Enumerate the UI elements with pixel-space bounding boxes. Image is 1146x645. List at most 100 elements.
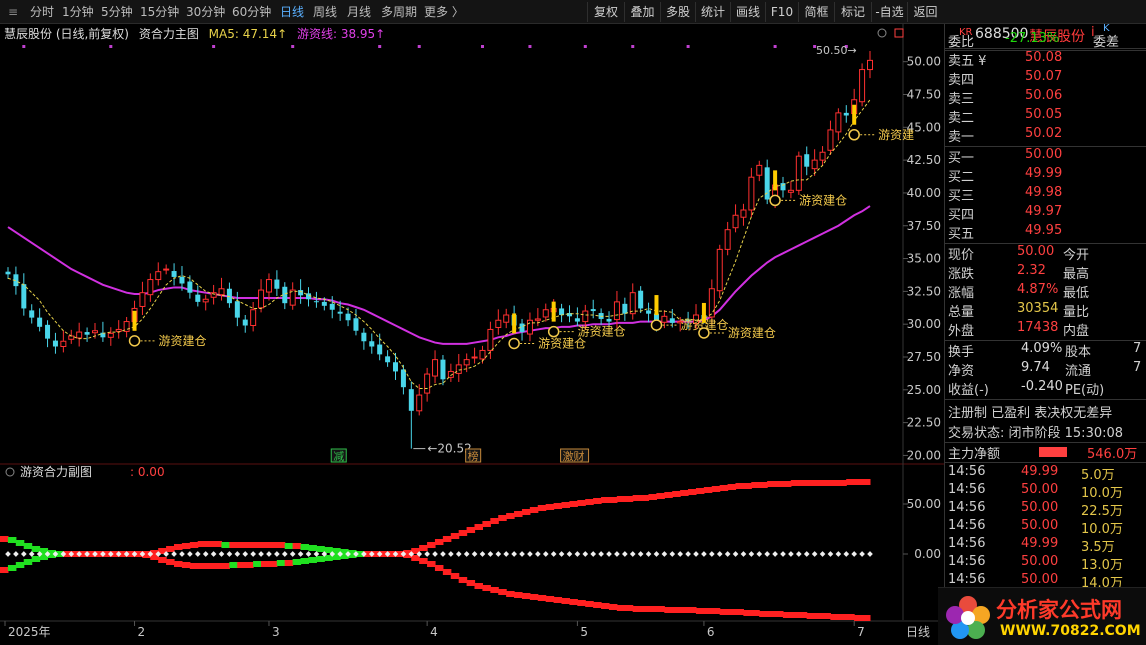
candle-body [463, 359, 470, 366]
candle-body [369, 341, 375, 347]
bid-row: 买三 49.98 [945, 185, 1146, 204]
tick-row: 14:56 50.00 10.0万 [945, 518, 1146, 537]
zero-marker [266, 551, 272, 557]
zero-marker [811, 551, 818, 557]
candle-body [265, 279, 272, 293]
band-step [767, 611, 776, 617]
candle-body [629, 292, 636, 315]
band-step [782, 612, 792, 618]
band-step [490, 587, 499, 593]
band-step [7, 565, 17, 571]
zero-marker [13, 551, 19, 557]
tick-price: 50.00 [1021, 500, 1059, 515]
band-step [521, 509, 531, 515]
band-step [229, 542, 238, 548]
bid-row: 买四 49.97 [945, 204, 1146, 223]
zero-marker [511, 551, 517, 557]
zero-marker [179, 551, 185, 557]
y-tick-label: 27.50 [907, 350, 941, 364]
brand-name: 分析家公式网 [996, 598, 1122, 622]
band-step [506, 591, 515, 597]
signal-bar [512, 313, 517, 334]
zero-marker [171, 551, 177, 557]
fund-label: 净资 [948, 364, 975, 379]
zero-marker [756, 551, 763, 557]
zero-marker [297, 551, 304, 557]
fund-row: 收益(-) -0.240 PE(动) [945, 379, 1146, 398]
fund-label: 换手 [948, 345, 975, 360]
candle-body [91, 330, 98, 334]
tick-volume: 10.0万 [1081, 486, 1123, 501]
close-icon[interactable] [894, 28, 904, 38]
candle-body [732, 214, 739, 229]
zero-marker [606, 551, 612, 557]
bid-price: 49.95 [1025, 223, 1063, 238]
band-step [703, 487, 713, 493]
zero-marker [622, 551, 628, 557]
tick-time: 14:56 [948, 572, 986, 587]
bid-label: 买五 [948, 227, 975, 242]
chart-area[interactable]: 20.0022.5025.0027.5030.0032.5035.0037.50… [0, 0, 944, 645]
value-weibi: -27.13% [1005, 31, 1060, 46]
y-tick-label: 42.50 [907, 153, 941, 167]
candle-body [780, 183, 786, 191]
zero-marker [574, 551, 581, 557]
band-step [585, 601, 594, 607]
candle-body [234, 301, 240, 318]
zero-marker [716, 551, 723, 557]
candle-body [377, 344, 383, 355]
candle-body [804, 154, 810, 167]
band-step [743, 483, 752, 489]
ask-label: 卖四 [948, 73, 975, 88]
zero-marker [598, 551, 604, 557]
zero-marker [835, 551, 842, 557]
candle-body [337, 311, 343, 314]
band-step [790, 480, 800, 486]
candle-body [574, 318, 580, 322]
zero-marker [788, 551, 794, 557]
zero-marker [819, 551, 826, 557]
option-icon[interactable] [877, 28, 887, 38]
tick-volume: 22.5万 [1081, 504, 1123, 519]
bid-price: 50.00 [1025, 147, 1063, 162]
candle-body [195, 294, 201, 302]
band-step [482, 521, 491, 527]
tick-time: 14:56 [948, 464, 986, 479]
candle-body [756, 164, 763, 176]
candle-body [37, 317, 43, 327]
band-step [798, 612, 808, 618]
quote-row: 涨幅 4.87% 最低 [945, 282, 1146, 301]
band-step [316, 556, 325, 562]
band-step [838, 480, 847, 486]
tick-volume: 3.5万 [1081, 540, 1115, 555]
max-price-label: 50.50→ [816, 44, 857, 57]
band-step [727, 609, 737, 615]
zero-marker [535, 551, 541, 557]
zero-marker [187, 551, 193, 557]
candle-body [107, 332, 114, 338]
bid-row: 买一 50.00 [945, 147, 1146, 166]
tick-time: 14:56 [948, 482, 986, 497]
fund-label-2: PE(动) [1065, 383, 1105, 398]
band-step [608, 497, 618, 503]
fund-row: 净资 9.74 流通 7 [945, 360, 1146, 379]
zero-marker [693, 551, 699, 557]
zero-marker [653, 551, 660, 557]
band-step [173, 561, 183, 567]
candle-body [84, 332, 90, 335]
ask-label: 卖三 [948, 92, 975, 107]
band-step [814, 613, 824, 619]
candle-body [321, 301, 327, 306]
zero-marker [281, 551, 288, 557]
band-step [593, 602, 602, 608]
candle-body [400, 369, 406, 388]
band-step [292, 543, 302, 549]
settings-icon[interactable] [5, 467, 15, 477]
y-tick-label: 30.00 [907, 317, 941, 331]
band-step [482, 585, 491, 591]
x-tick-label: 4 [430, 625, 438, 639]
band-step [719, 485, 729, 491]
ask-price: 50.07 [1025, 69, 1063, 84]
zero-marker [274, 551, 280, 557]
band-step [577, 600, 586, 606]
